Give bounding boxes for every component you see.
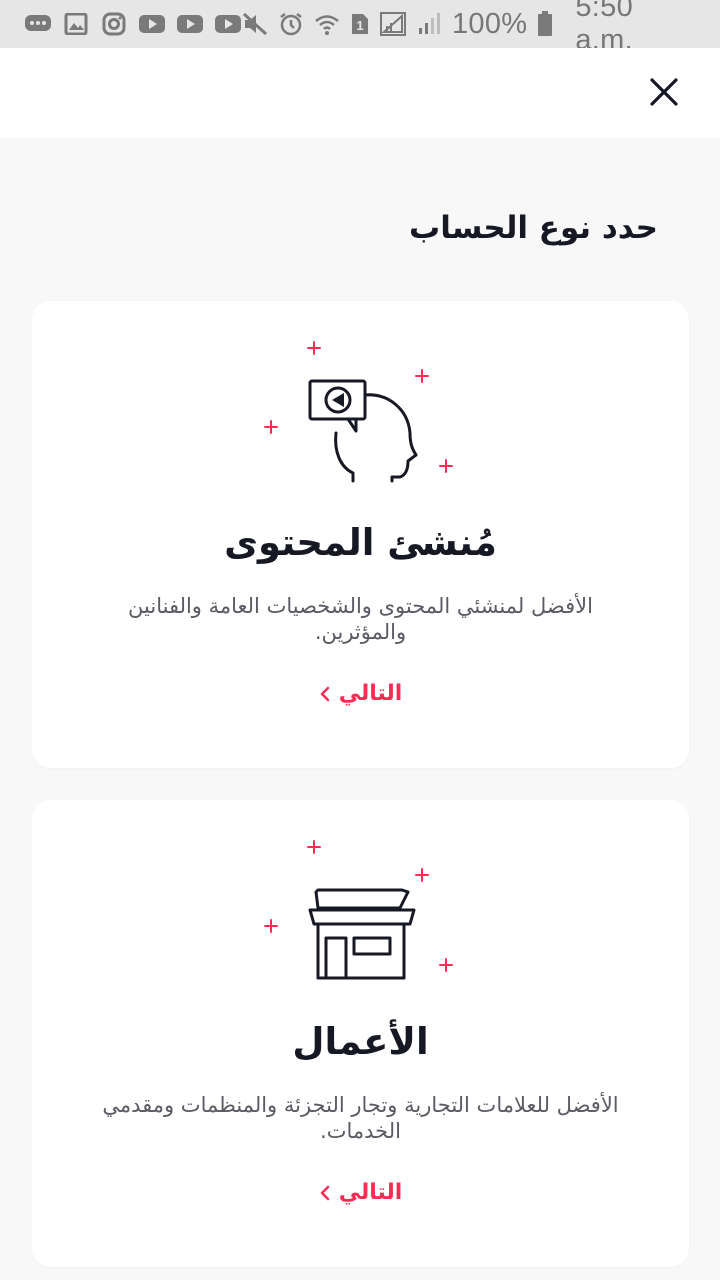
alarm-icon	[278, 12, 304, 36]
youtube-icon	[138, 12, 166, 36]
card-title: الأعمال	[292, 1020, 429, 1063]
chevron-left-icon	[320, 1185, 329, 1200]
signal-icon	[380, 12, 406, 36]
card-description: الأفضل للعلامات التجارية وتجار التجزئة و…	[102, 1093, 619, 1143]
account-type-card-business[interactable]: الأعمال الأفضل للعلامات التجارية وتجار ا…	[32, 800, 689, 1267]
battery-icon	[537, 11, 553, 36]
card-description: الأفضل لمنشئي المحتوى والشخصيات العامة و…	[128, 594, 593, 644]
image-icon	[62, 12, 90, 36]
chat-icon	[24, 12, 52, 36]
card-title: مُنشئ المحتوى	[224, 521, 497, 564]
status-bar: 1 100% 5:50 a.m.	[0, 0, 720, 56]
account-type-card-creator[interactable]: مُنشئ المحتوى الأفضل لمنشئي المحتوى والش…	[32, 301, 689, 768]
notification-icons	[24, 12, 242, 36]
battery-percentage: 100%	[452, 7, 528, 40]
youtube-icon	[214, 12, 242, 36]
next-label: التالي	[338, 1180, 403, 1205]
creator-head-video-icon	[264, 341, 453, 483]
wifi-icon	[314, 12, 340, 36]
next-label: التالي	[338, 681, 403, 706]
storefront-icon	[264, 840, 453, 980]
sim-icon: 1	[350, 12, 370, 36]
mute-icon	[242, 12, 268, 36]
close-button[interactable]	[644, 72, 684, 112]
instagram-icon	[100, 12, 128, 36]
youtube-icon	[176, 12, 204, 36]
chevron-left-icon	[320, 686, 329, 701]
svg-text:1: 1	[356, 18, 363, 33]
page-title: حدد نوع الحساب	[409, 210, 658, 246]
signal-icon	[416, 12, 442, 36]
close-icon	[650, 78, 678, 106]
next-link[interactable]: التالي	[32, 1180, 689, 1205]
top-app-bar	[0, 48, 720, 138]
next-link[interactable]: التالي	[32, 681, 689, 706]
